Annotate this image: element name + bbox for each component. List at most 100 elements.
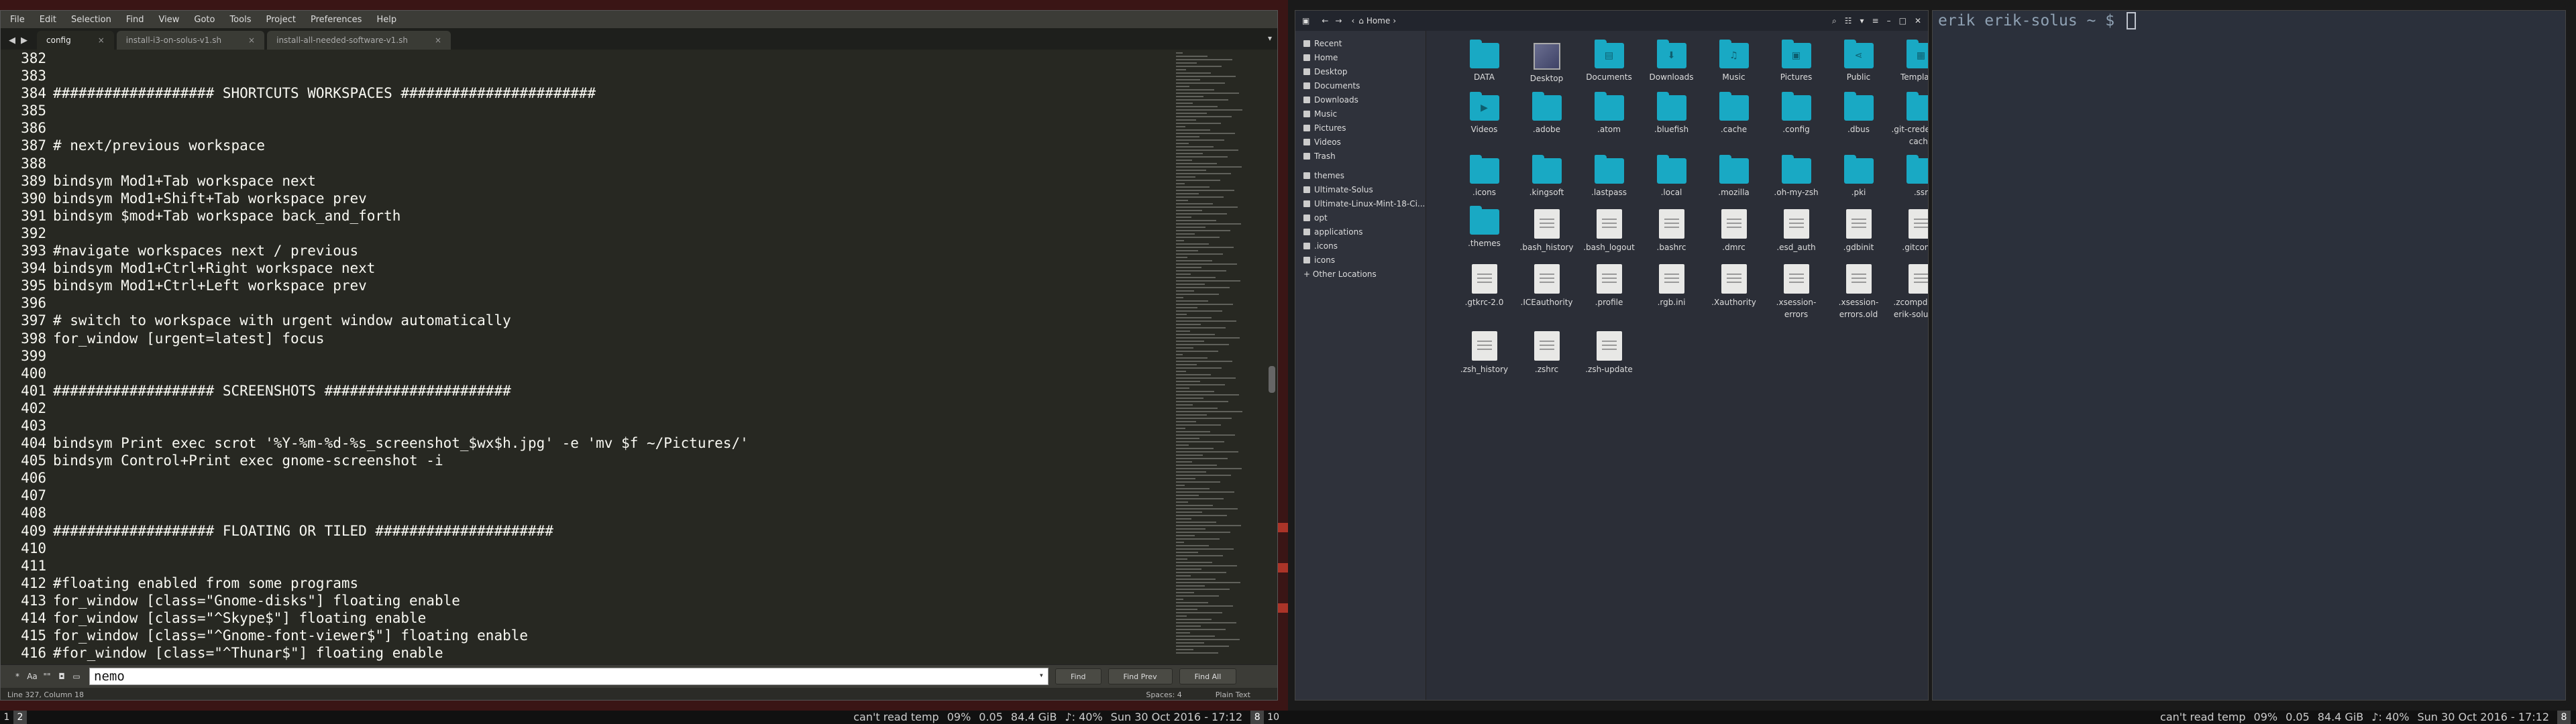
menu-item-tools[interactable]: Tools (229, 15, 251, 25)
find-option-toggle[interactable]: * (11, 670, 23, 682)
menu-item-selection[interactable]: Selection (71, 15, 111, 25)
indentation-setting[interactable]: Spaces: 4 (1146, 690, 1181, 699)
sidebar-bookmark[interactable]: icons (1295, 253, 1426, 267)
minimize-icon[interactable]: – (1887, 16, 1891, 26)
tab-overflow-icon[interactable]: ▾ (1268, 34, 1272, 43)
file-item[interactable]: ▣ Pictures (1765, 40, 1827, 84)
find-option-toggle[interactable]: ◘ (56, 670, 68, 682)
terminal-prompt-line[interactable]: erik erik-solus ~ $ (1938, 12, 2136, 29)
file-item[interactable]: .oh-my-zsh (1765, 155, 1827, 198)
view-options-icon[interactable]: ▾ (1860, 16, 1864, 26)
sidebar-item-videos[interactable]: Videos (1295, 135, 1426, 149)
file-item[interactable]: ▦ Templates (1890, 40, 1928, 84)
menu-item-project[interactable]: Project (266, 15, 295, 25)
file-item[interactable]: .kingsoft (1515, 155, 1578, 198)
chevron-right-icon[interactable]: ▶ (21, 36, 28, 46)
file-item[interactable]: .cache (1703, 92, 1765, 147)
file-item[interactable]: .zcompdump-erik-solus-5.2 (1890, 264, 1928, 320)
menu-item-find[interactable]: Find (126, 15, 144, 25)
file-item[interactable]: .pki (1827, 155, 1890, 198)
close-icon[interactable]: ✕ (1915, 16, 1921, 26)
file-manager-window[interactable]: ▣ ← → ‹ ⌂ Home › ⌕ ☷ ▾ ≡ – □ ✕ Recent Hom… (1295, 10, 1929, 701)
chevron-left-icon[interactable]: ‹ (1351, 16, 1354, 25)
sidebar-item-home[interactable]: Home (1295, 50, 1426, 64)
file-item[interactable]: .gitconfig (1890, 209, 1928, 253)
workspace-button[interactable]: 1 (0, 711, 13, 724)
sidebar-bookmark[interactable]: applications (1295, 225, 1426, 239)
workspace-button[interactable]: 2 (13, 711, 27, 724)
find-button[interactable]: Find (1055, 668, 1102, 684)
file-item[interactable]: .zsh_history (1453, 331, 1515, 375)
sidebar-bookmark[interactable]: .icons (1295, 239, 1426, 253)
file-item[interactable]: .xsession-errors (1765, 264, 1827, 320)
sidebar-other-locations[interactable]: + Other Locations (1295, 267, 1426, 281)
workspace-button[interactable]: 8 (2557, 711, 2571, 724)
path-breadcrumb[interactable]: Home (1366, 16, 1390, 25)
file-item[interactable]: .dmrc (1703, 209, 1765, 253)
tab-1[interactable]: install-i3-on-solus-v1.sh × (116, 31, 265, 50)
code-editor[interactable]: 382 383 384 ################### SHORTCUTS W… (1, 50, 1168, 664)
sidebar-item-desktop[interactable]: Desktop (1295, 64, 1426, 78)
sidebar-bookmark[interactable]: Ultimate-Solus (1295, 182, 1426, 196)
file-item[interactable]: .adobe (1515, 92, 1578, 147)
find-option-toggle[interactable]: "" (41, 670, 53, 682)
chevron-right-icon[interactable]: › (1393, 16, 1396, 25)
menu-item-edit[interactable]: Edit (40, 15, 56, 25)
forward-icon[interactable]: → (1335, 16, 1342, 25)
file-item[interactable]: ⋖ Public (1827, 40, 1890, 84)
tab-2[interactable]: install-all-needed-software-v1.sh × (267, 31, 451, 50)
file-item[interactable]: .git-credential-cache (1890, 92, 1928, 147)
file-item[interactable]: .mozilla (1703, 155, 1765, 198)
file-item[interactable]: .ICEauthority (1515, 264, 1578, 320)
workspace-button[interactable]: 8 (1250, 711, 1265, 724)
file-item[interactable]: .esd_auth (1765, 209, 1827, 253)
maximize-icon[interactable]: □ (1899, 16, 1907, 26)
minimap[interactable] (1176, 52, 1250, 662)
sidebar-item-music[interactable]: Music (1295, 107, 1426, 121)
tab-0[interactable]: config × (37, 31, 114, 50)
file-item[interactable]: .gdbinit (1827, 209, 1890, 253)
sidebar-bookmark[interactable]: Ultimate-Linux-Mint-18-Ci... (1295, 196, 1426, 210)
tab-nav-arrows[interactable]: ◀ ▶ (9, 31, 28, 50)
sidebar-item-recent[interactable]: Recent (1295, 36, 1426, 50)
file-item[interactable]: .config (1765, 92, 1827, 147)
file-item[interactable]: .bash_history (1515, 209, 1578, 253)
sidebar-bookmark[interactable]: opt (1295, 210, 1426, 225)
file-item[interactable]: .icons (1453, 155, 1515, 198)
file-item[interactable]: ⬇ Downloads (1640, 40, 1703, 84)
chevron-left-icon[interactable]: ◀ (9, 36, 15, 46)
terminal-window[interactable]: erik erik-solus ~ $ (1932, 10, 2566, 701)
close-icon[interactable]: × (98, 36, 105, 45)
find-prev-button[interactable]: Find Prev (1108, 668, 1173, 684)
file-item[interactable]: ♫ Music (1703, 40, 1765, 84)
menu-item-file[interactable]: File (10, 15, 25, 25)
file-item[interactable]: .lastpass (1578, 155, 1640, 198)
file-item[interactable]: .zsh-update (1578, 331, 1640, 375)
menu-icon[interactable]: ≡ (1872, 16, 1879, 26)
file-item[interactable]: .local (1640, 155, 1703, 198)
syntax-setting[interactable]: Plain Text (1216, 690, 1250, 699)
file-item[interactable]: .xsession-errors.old (1827, 264, 1890, 320)
menu-item-view[interactable]: View (159, 15, 180, 25)
find-all-button[interactable]: Find All (1179, 668, 1237, 684)
menu-item-preferences[interactable]: Preferences (311, 15, 362, 25)
find-option-toggle[interactable]: Aa (26, 670, 38, 682)
sidebar-bookmark[interactable]: themes (1295, 168, 1426, 182)
file-item[interactable]: .profile (1578, 264, 1640, 320)
chevron-down-icon[interactable]: ▾ (1039, 670, 1044, 680)
file-item[interactable]: .themes (1453, 206, 1515, 253)
workspace-button[interactable]: 10 (1264, 711, 1283, 724)
search-icon[interactable]: ⌕ (1832, 16, 1837, 26)
file-item[interactable]: .gtkrc-2.0 (1453, 264, 1515, 320)
file-item[interactable]: Desktop (1515, 43, 1578, 84)
sublime-text-window[interactable]: File Edit Selection Find View Goto Tools Projec… (0, 10, 1278, 701)
sidebar-item-downloads[interactable]: Downloads (1295, 93, 1426, 107)
menu-item-help[interactable]: Help (376, 15, 396, 25)
file-item[interactable]: .dbus (1827, 92, 1890, 147)
find-input[interactable]: nemo ▾ (89, 668, 1049, 685)
file-item[interactable]: .zshrc (1515, 331, 1578, 375)
back-icon[interactable]: ← (1322, 16, 1328, 25)
file-item[interactable]: DATA (1453, 40, 1515, 84)
file-item[interactable]: ▤ Documents (1578, 40, 1640, 84)
sidebar-item-trash[interactable]: Trash (1295, 149, 1426, 163)
